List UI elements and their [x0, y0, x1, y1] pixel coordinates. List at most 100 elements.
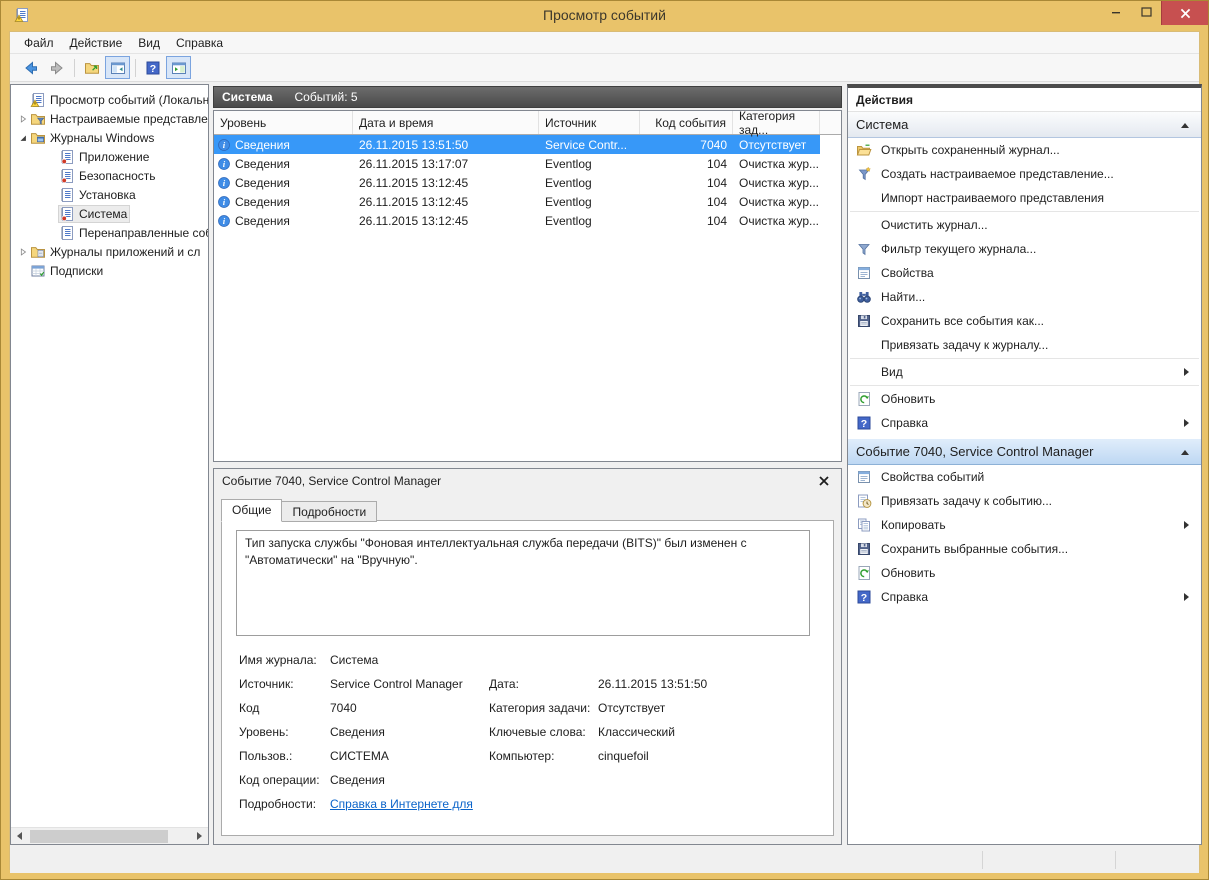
export-log-button[interactable]: [79, 56, 104, 79]
field-label: Категория задачи:: [489, 701, 591, 715]
action-open-saved-log[interactable]: Открыть сохраненный журнал...: [848, 138, 1201, 162]
action-attach-task-to-event[interactable]: Привязать задачу к событию...: [848, 489, 1201, 513]
tree-item-system[interactable]: Система: [11, 204, 208, 223]
actions-section-system-header[interactable]: Система: [848, 112, 1201, 138]
close-icon: [1180, 8, 1190, 18]
info-icon: [217, 214, 235, 228]
status-separator: [982, 851, 983, 869]
info-icon: [217, 176, 235, 190]
detail-title: Событие 7040, Service Control Manager: [222, 473, 442, 488]
action-filter-current-log[interactable]: Фильтр текущего журнала...: [848, 237, 1201, 261]
tree-item-root[interactable]: Просмотр событий (Локальнь: [11, 90, 208, 109]
open-folder-icon: [856, 142, 872, 158]
actions-section-event-header[interactable]: Событие 7040, Service Control Manager: [848, 439, 1201, 465]
detail-close-button[interactable]: [817, 474, 831, 488]
action-save-all-events[interactable]: Сохранить все события как...: [848, 309, 1201, 333]
scrollbar-thumb[interactable]: [30, 829, 168, 843]
app-logs-folder-icon: [30, 244, 46, 260]
tab-general[interactable]: Общие: [221, 499, 283, 522]
tab-details[interactable]: Подробности: [281, 501, 378, 522]
log-icon: [59, 168, 75, 184]
action-create-custom-view[interactable]: Создать настраиваемое представление...: [848, 162, 1201, 186]
action-find[interactable]: Найти...: [848, 285, 1201, 309]
title-bar: Просмотр событий: [1, 1, 1208, 31]
filter-icon: [856, 241, 872, 257]
action-refresh[interactable]: Обновить: [848, 387, 1201, 411]
save-icon: [856, 541, 872, 557]
submenu-arrow-icon: [1184, 419, 1189, 427]
menu-file[interactable]: Файл: [16, 33, 62, 53]
tree-item-forwarded-events[interactable]: Перенаправленные соб: [11, 223, 208, 242]
collapse-arrow-icon[interactable]: [1181, 450, 1189, 455]
submenu-arrow-icon: [1184, 368, 1189, 376]
back-button[interactable]: [18, 56, 43, 79]
tree-horizontal-scrollbar[interactable]: [11, 827, 208, 844]
table-row[interactable]: Сведения 26.11.2015 13:12:45 Eventlog 10…: [214, 173, 820, 192]
status-bar: [10, 847, 1199, 873]
action-properties[interactable]: Свойства: [848, 261, 1201, 285]
attach-task-icon: [856, 493, 872, 509]
minimize-button[interactable]: [1101, 1, 1131, 23]
column-category[interactable]: Категория зад...: [733, 111, 820, 137]
action-refresh-event[interactable]: Обновить: [848, 561, 1201, 585]
column-source[interactable]: Источник: [539, 111, 640, 134]
action-copy[interactable]: Копировать: [848, 513, 1201, 537]
table-row[interactable]: Сведения 26.11.2015 13:51:50 Service Con…: [214, 135, 820, 154]
table-row[interactable]: Сведения 26.11.2015 13:12:45 Eventlog 10…: [214, 192, 820, 211]
collapse-arrow-icon[interactable]: [1181, 123, 1189, 128]
expander-collapsed-icon[interactable]: [16, 246, 29, 258]
close-button[interactable]: [1161, 1, 1208, 25]
field-value: Отсутствует: [598, 701, 666, 715]
menu-view[interactable]: Вид: [130, 33, 168, 53]
action-clear-log[interactable]: Очистить журнал...: [848, 213, 1201, 237]
scroll-left-arrow-icon[interactable]: [11, 828, 28, 845]
action-event-properties[interactable]: Свойства событий: [848, 465, 1201, 489]
action-save-selected-events[interactable]: Сохранить выбранные события...: [848, 537, 1201, 561]
column-datetime[interactable]: Дата и время: [353, 111, 539, 134]
help-button[interactable]: [140, 56, 165, 79]
toggle-action-pane-button[interactable]: [166, 56, 191, 79]
maximize-button[interactable]: [1131, 1, 1161, 23]
forward-arrow-icon: [49, 60, 65, 76]
log-event-count: Событий: 5: [294, 90, 358, 104]
forward-button[interactable]: [44, 56, 69, 79]
action-help-event[interactable]: Справка: [848, 585, 1201, 609]
menu-help[interactable]: Справка: [168, 33, 231, 53]
field-label: Источник:: [239, 677, 294, 691]
window-title: Просмотр событий: [543, 7, 666, 23]
tree-item-application[interactable]: Приложение: [11, 147, 208, 166]
column-level[interactable]: Уровень: [214, 111, 353, 134]
custom-views-folder-icon: [30, 111, 46, 127]
table-row[interactable]: Сведения 26.11.2015 13:12:45 Eventlog 10…: [214, 211, 820, 230]
menu-action[interactable]: Действие: [62, 33, 131, 53]
tree-item-windows-logs[interactable]: Журналы Windows: [11, 128, 208, 147]
action-help[interactable]: Справка: [848, 411, 1201, 435]
action-view[interactable]: Вид: [848, 360, 1201, 384]
tree-item-subscriptions[interactable]: Подписки: [11, 261, 208, 280]
column-event-id[interactable]: Код события: [640, 111, 733, 134]
action-attach-task-to-log[interactable]: Привязать задачу к журналу...: [848, 333, 1201, 357]
action-import-custom-view[interactable]: Импорт настраиваемого представления: [848, 186, 1201, 210]
online-help-link[interactable]: Справка в Интернете для: [330, 797, 473, 811]
center-pane: Система Событий: 5 Уровень Дата и время …: [213, 84, 842, 845]
help-icon: [145, 60, 161, 76]
field-value: СИСТЕМА: [330, 749, 389, 763]
field-label: Код: [239, 701, 260, 715]
expander-collapsed-icon[interactable]: [16, 113, 29, 125]
tree-item-setup[interactable]: Установка: [11, 185, 208, 204]
event-message[interactable]: Тип запуска службы "Фоновая интеллектуал…: [236, 530, 810, 636]
expander-expanded-icon[interactable]: [16, 132, 29, 144]
toggle-console-tree-icon: [110, 60, 126, 76]
event-viewer-window: Просмотр событий Файл Действие Вид Справ…: [0, 0, 1209, 880]
field-value: Service Control Manager: [330, 677, 463, 691]
table-row[interactable]: Сведения 26.11.2015 13:17:07 Eventlog 10…: [214, 154, 820, 173]
info-icon: [217, 195, 235, 209]
tree-item-security[interactable]: Безопасность: [11, 166, 208, 185]
field-label: Пользов.:: [239, 749, 293, 763]
toggle-console-tree-button[interactable]: [105, 56, 130, 79]
field-value: cinquefoil: [598, 749, 649, 763]
tree-item-app-services-logs[interactable]: Журналы приложений и сл: [11, 242, 208, 261]
copy-icon: [856, 517, 872, 533]
scroll-right-arrow-icon[interactable]: [191, 828, 208, 845]
tree-item-custom-views[interactable]: Настраиваемые представле: [11, 109, 208, 128]
